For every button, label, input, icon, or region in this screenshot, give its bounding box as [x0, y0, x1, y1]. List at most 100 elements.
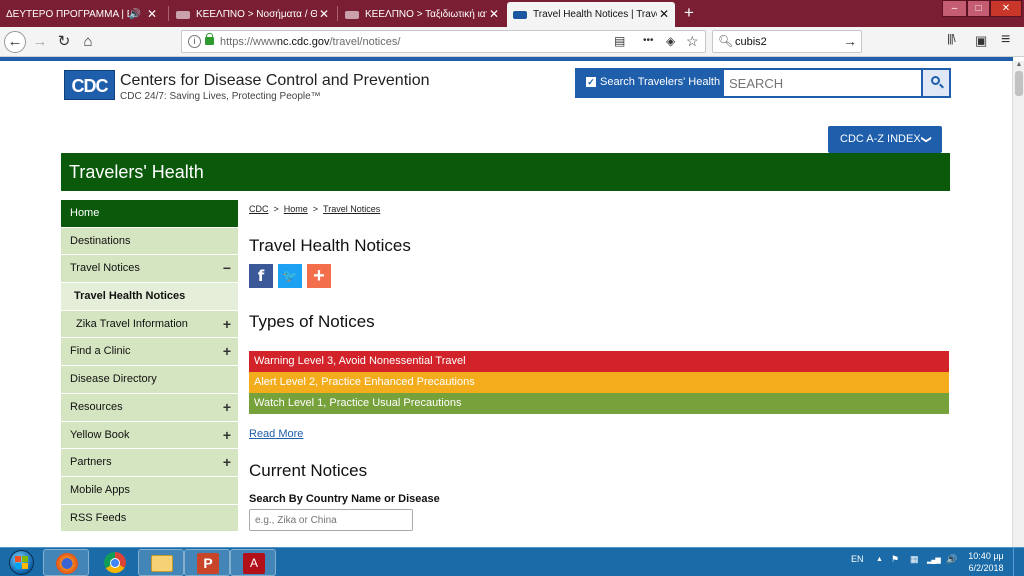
firefox-icon	[56, 553, 78, 574]
search-icon	[931, 76, 940, 85]
org-name[interactable]: Centers for Disease Control and Preventi…	[120, 72, 430, 90]
close-tab-icon[interactable]: ✕	[147, 7, 157, 21]
tab-separator	[168, 6, 169, 21]
sidebar-item-mobile-apps[interactable]: Mobile Apps	[61, 476, 238, 505]
expand-icon[interactable]: +	[223, 449, 231, 475]
forward-button[interactable]: →	[29, 31, 51, 53]
country-search-input[interactable]	[249, 509, 413, 531]
tab-ert[interactable]: ΔΕΥΤΕΡΟ ΠΡΟΓΡΑΜΜΑ | ΕΡΤ Ν 🔊 ✕	[0, 2, 163, 27]
minimize-button[interactable]: –	[942, 0, 967, 17]
sidebar-item-travel-health-notices[interactable]: Travel Health Notices	[61, 283, 238, 311]
taskbar-file-explorer[interactable]	[138, 549, 184, 576]
sidebar-item-travel-notices[interactable]: Travel Notices −	[61, 255, 238, 284]
site-info-icon[interactable]: i	[188, 35, 201, 48]
sidebar-item-rss-feeds[interactable]: RSS Feeds	[61, 504, 238, 533]
search-icon: 🔍︎	[718, 34, 734, 48]
sidebar-item-destinations[interactable]: Destinations	[61, 227, 238, 256]
expand-icon[interactable]: +	[223, 394, 231, 420]
breadcrumb-home[interactable]: Home	[284, 204, 308, 214]
browser-search-bar[interactable]: 🔍︎ cubis2 →	[712, 30, 862, 53]
taskbar-firefox[interactable]	[43, 549, 89, 576]
sidebar-item-find-clinic[interactable]: Find a Clinic +	[61, 338, 238, 367]
page-actions-icon[interactable]: •••	[643, 35, 654, 46]
sidebar-item-partners[interactable]: Partners +	[61, 449, 238, 477]
sidebar-item-zika[interactable]: Zika Travel Information +	[61, 310, 238, 339]
tab-keelpno-diseases[interactable]: ΚΕΕΛΠΝΟ > Νοσήματα / Θέμα ✕	[170, 2, 335, 27]
close-tab-icon[interactable]: ✕	[489, 7, 499, 21]
browser-search-input[interactable]: cubis2	[735, 36, 767, 48]
sidebar-item-yellow-book[interactable]: Yellow Book +	[61, 421, 238, 450]
url-text[interactable]: https://wwwnc.cdc.gov/travel/notices/	[220, 36, 400, 48]
tab-travel-health-notices[interactable]: Travel Health Notices | Travele ✕	[507, 2, 675, 27]
read-more-link[interactable]: Read More	[249, 428, 303, 440]
menu-icon[interactable]: ≡	[1001, 31, 1010, 49]
pocket-icon[interactable]: ◈	[666, 34, 675, 48]
action-center-flag-icon[interactable]: ⚑	[891, 554, 899, 565]
close-tab-icon[interactable]: ✕	[659, 7, 669, 21]
types-heading: Types of Notices	[249, 312, 375, 331]
taskbar-chrome[interactable]	[92, 549, 138, 576]
new-tab-button[interactable]: +	[679, 2, 699, 24]
site-search-button[interactable]	[923, 70, 949, 96]
breadcrumb-travel-notices[interactable]: Travel Notices	[323, 204, 380, 214]
page-scrollbar[interactable]: ▲	[1012, 61, 1024, 547]
az-index-button[interactable]: CDC A-Z INDEX ❯	[828, 126, 942, 153]
tab-title: Travel Health Notices | Travele	[533, 9, 657, 20]
taskbar-powerpoint[interactable]: P	[184, 549, 230, 576]
clock-time: 10:40 μμ	[968, 551, 1004, 561]
sidebar-nav: Home Destinations Travel Notices − Travel…	[61, 200, 238, 533]
site-search-input[interactable]	[724, 70, 921, 96]
window-close-button[interactable]: ✕	[990, 0, 1022, 17]
language-indicator[interactable]: EN	[851, 554, 864, 564]
facebook-icon[interactable]: f	[249, 264, 273, 288]
scroll-thumb[interactable]	[1015, 71, 1023, 96]
speaker-icon[interactable]: 🔊	[129, 9, 141, 20]
share-plus-icon[interactable]: +	[307, 264, 331, 288]
web-page: CDC Centers for Disease Control and Prev…	[0, 61, 1012, 547]
maximize-button[interactable]: □	[967, 0, 990, 17]
tab-title: ΚΕΕΛΠΝΟ > Νοσήματα / Θέμα	[196, 9, 317, 20]
expand-icon[interactable]: +	[223, 311, 231, 337]
section-banner: Travelers' Health	[61, 153, 950, 191]
system-clock[interactable]: 10:40 μμ 6/2/2018	[966, 550, 1006, 574]
alert-level-2-bar: Alert Level 2, Practice Enhanced Precaut…	[249, 372, 949, 393]
expand-icon[interactable]: +	[223, 338, 231, 364]
reader-view-icon[interactable]: ▤	[614, 34, 625, 48]
start-button[interactable]	[3, 549, 39, 576]
search-go-icon[interactable]: →	[843, 33, 857, 49]
sidebar-item-disease-directory[interactable]: Disease Directory	[61, 366, 238, 394]
favicon-icon	[345, 10, 359, 19]
sidebar-item-resources[interactable]: Resources +	[61, 393, 238, 422]
device-icon[interactable]: ▦	[910, 554, 919, 565]
close-tab-icon[interactable]: ✕	[319, 7, 329, 21]
search-scope-checkbox[interactable]: ✓	[586, 77, 596, 87]
show-hidden-icons-arrow[interactable]: ▲	[876, 556, 883, 563]
windows-logo-icon	[15, 556, 28, 569]
scroll-up-arrow-icon[interactable]: ▲	[1014, 61, 1024, 71]
url-bar[interactable]: i https://wwwnc.cdc.gov/travel/notices/ …	[181, 30, 706, 53]
cdc-logo[interactable]: CDC	[64, 70, 115, 100]
az-index-label: CDC A-Z INDEX	[840, 133, 921, 145]
sidebar-icon[interactable]: ▣	[975, 33, 987, 49]
tab-title: ΔΕΥΤΕΡΟ ΠΡΟΓΡΑΜΜΑ | ΕΡΤ Ν	[6, 9, 129, 20]
tab-keelpno-travel[interactable]: ΚΕΕΛΠΝΟ > Ταξιδιωτική ιατρι ✕	[339, 2, 505, 27]
breadcrumb-cdc[interactable]: CDC	[249, 204, 269, 214]
favicon-icon	[176, 10, 190, 19]
search-scope-label[interactable]: Search Travelers' Health	[600, 76, 720, 88]
volume-icon[interactable]: 🔊	[946, 554, 957, 565]
library-icon[interactable]: |||\	[947, 33, 956, 45]
expand-icon[interactable]: +	[223, 422, 231, 448]
org-tagline: CDC 24/7: Saving Lives, Protecting Peopl…	[120, 91, 321, 102]
sidebar-item-home[interactable]: Home	[61, 200, 238, 228]
bookmark-star-icon[interactable]: ☆	[686, 33, 699, 50]
back-button[interactable]: ←	[4, 31, 26, 53]
reload-button[interactable]: ↻	[53, 31, 75, 53]
browser-tab-strip: ΔΕΥΤΕΡΟ ΠΡΟΓΡΑΜΜΑ | ΕΡΤ Ν 🔊 ✕ ΚΕΕΛΠΝΟ > …	[0, 0, 1024, 27]
home-button[interactable]: ⌂	[77, 31, 99, 53]
collapse-icon[interactable]: −	[223, 255, 231, 281]
network-signal-icon[interactable]: ▂▄▆	[927, 556, 941, 564]
taskbar-acrobat[interactable]: A	[230, 549, 276, 576]
twitter-icon[interactable]: 🐦	[278, 264, 302, 288]
travelers-health-search: ✓ Search Travelers' Health	[575, 68, 951, 98]
show-desktop-button[interactable]	[1013, 548, 1024, 576]
